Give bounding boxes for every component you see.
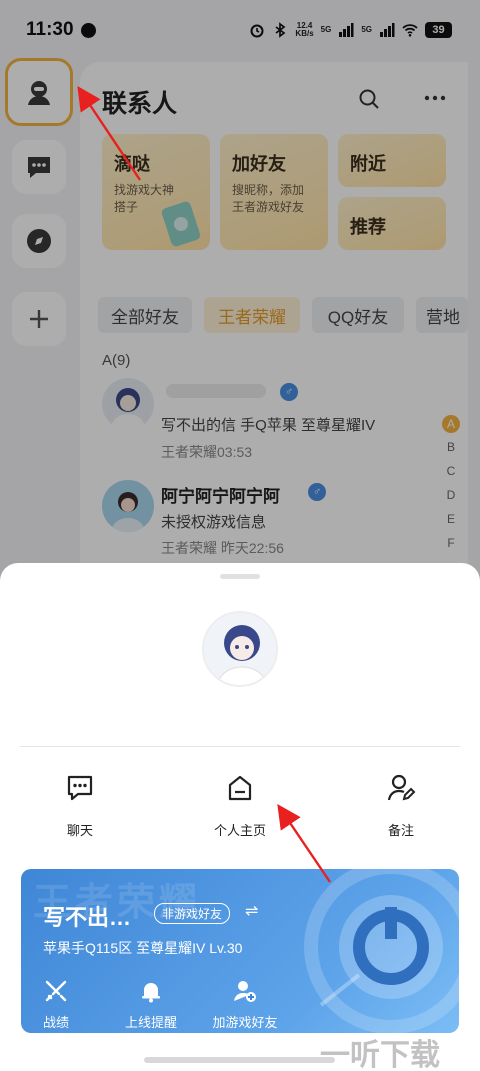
swap-icon[interactable]: ⇌ [245,901,258,921]
divider [20,746,460,747]
site-watermark: 一听下载 [320,1039,440,1071]
chat-button[interactable]: 聊天 [35,773,125,839]
bell-icon [142,983,160,1003]
profile-sheet: 聊天 个人主页 备注 王者荣耀 写不出… 非游戏好友 ⇌ 苹果手Q115区 至尊… [0,563,480,1071]
action-label: 聊天 [66,823,93,838]
game-action-label: 上线提醒 [124,1015,177,1030]
edit-user-icon [387,774,416,801]
battle-record-button[interactable]: 战绩 [41,979,71,1031]
game-action-label: 加游戏好友 [212,1015,278,1030]
game-action-label: 战绩 [42,1015,69,1030]
add-friend-icon [234,981,256,1002]
screen: 11:30 12.4 KB/s 5G 5G 39 联系人 滴哒 找游戏大神 搭子… [0,0,480,1071]
sheet-grabber[interactable] [220,574,260,579]
profile-avatar[interactable] [202,611,278,687]
online-reminder-button[interactable]: 上线提醒 [119,979,183,1031]
chat-bubble-icon [67,775,93,801]
non-game-friend-badge: 非游戏好友 [154,903,231,924]
game-nickname: 写不出… [43,905,132,930]
remark-button[interactable]: 备注 [356,773,446,839]
swords-icon [45,980,67,1002]
home-indicator[interactable] [144,1057,335,1063]
add-game-friend-button[interactable]: 加游戏好友 [209,979,281,1031]
action-label: 备注 [387,823,414,838]
action-label: 个人主页 [213,823,266,838]
home-icon [228,775,252,801]
profile-home-button[interactable]: 个人主页 [195,773,285,839]
game-logo-icon [304,869,459,1033]
game-server-info: 苹果手Q115区 至尊星耀IV Lv.30 [43,940,243,956]
game-profile-card[interactable]: 王者荣耀 写不出… 非游戏好友 ⇌ 苹果手Q115区 至尊星耀IV Lv.30 … [21,869,459,1033]
